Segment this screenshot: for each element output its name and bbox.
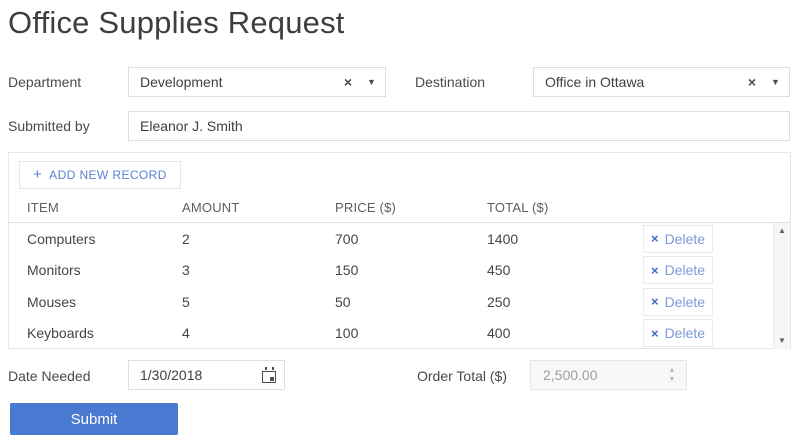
grid-toolbar: + ADD NEW RECORD — [9, 153, 790, 196]
column-header-price[interactable]: PRICE ($) — [317, 196, 469, 222]
cell-amount[interactable]: 4 — [164, 325, 317, 341]
delete-x-icon: × — [650, 262, 659, 278]
department-combobox[interactable]: Development × ▼ — [128, 67, 386, 97]
add-new-record-label: ADD NEW RECORD — [49, 168, 167, 182]
destination-value[interactable]: Office in Ottawa — [534, 74, 742, 90]
cell-item[interactable]: Monitors — [9, 262, 164, 278]
calendar-icon[interactable] — [254, 367, 284, 383]
vertical-scrollbar[interactable]: ▲ ▼ — [773, 223, 790, 349]
column-header-total[interactable]: TOTAL ($) — [469, 196, 635, 222]
delete-x-icon: × — [650, 294, 659, 310]
order-total-label: Order Total ($) — [417, 368, 507, 384]
cell-total[interactable]: 400 — [469, 325, 635, 341]
department-label: Department — [8, 74, 82, 90]
submitted-by-label: Submitted by — [8, 118, 90, 134]
destination-label: Destination — [415, 74, 486, 90]
table-row[interactable]: Keyboards 4 100 400 × Delete — [9, 318, 773, 350]
column-header-actions — [635, 196, 773, 222]
delete-button[interactable]: × Delete — [643, 319, 713, 348]
numeric-spinner: ▲ ▼ — [658, 367, 686, 383]
cell-price[interactable]: 700 — [317, 231, 469, 247]
spin-down-icon: ▼ — [668, 376, 676, 383]
table-row[interactable]: Computers 2 700 1400 × Delete — [9, 223, 773, 255]
date-needed-value[interactable]: 1/30/2018 — [129, 367, 254, 383]
submitted-by-input[interactable]: Eleanor J. Smith — [128, 111, 790, 141]
cell-total[interactable]: 1400 — [469, 231, 635, 247]
cell-item[interactable]: Mouses — [9, 294, 164, 310]
order-total-input: 2,500.00 ▲ ▼ — [530, 360, 687, 390]
spin-up-icon: ▲ — [668, 367, 676, 374]
cell-price[interactable]: 150 — [317, 262, 469, 278]
cell-item[interactable]: Computers — [9, 231, 164, 247]
order-total-value: 2,500.00 — [543, 367, 598, 383]
cell-amount[interactable]: 5 — [164, 294, 317, 310]
scroll-up-icon[interactable]: ▲ — [778, 223, 786, 239]
department-value[interactable]: Development — [129, 74, 338, 90]
cell-amount[interactable]: 2 — [164, 231, 317, 247]
chevron-down-icon[interactable]: ▼ — [762, 77, 789, 87]
office-supplies-request-page: Office Supplies Request Department Devel… — [0, 0, 800, 443]
destination-combobox[interactable]: Office in Ottawa × ▼ — [533, 67, 790, 97]
table-row[interactable]: Mouses 5 50 250 × Delete — [9, 286, 773, 318]
delete-button[interactable]: × Delete — [643, 224, 713, 253]
scroll-down-icon[interactable]: ▼ — [778, 333, 786, 349]
supplies-grid: + ADD NEW RECORD ITEM AMOUNT PRICE ($) T… — [8, 152, 791, 349]
chevron-down-icon[interactable]: ▼ — [358, 77, 385, 87]
delete-label: Delete — [664, 293, 706, 310]
submit-button[interactable]: Submit — [10, 403, 178, 435]
plus-icon: + — [33, 166, 43, 183]
cell-price[interactable]: 100 — [317, 325, 469, 341]
grid-header-row: ITEM AMOUNT PRICE ($) TOTAL ($) — [9, 196, 790, 223]
submitted-by-value: Eleanor J. Smith — [140, 118, 243, 134]
date-needed-label: Date Needed — [8, 368, 91, 384]
table-row[interactable]: Monitors 3 150 450 × Delete — [9, 255, 773, 287]
delete-label: Delete — [664, 262, 706, 279]
delete-x-icon: × — [650, 325, 659, 341]
cell-item[interactable]: Keyboards — [9, 325, 164, 341]
date-needed-picker[interactable]: 1/30/2018 — [128, 360, 285, 390]
grid-rows: Computers 2 700 1400 × Delete Monitors 3… — [9, 223, 773, 349]
column-header-amount[interactable]: AMOUNT — [164, 196, 317, 222]
cell-total[interactable]: 450 — [469, 262, 635, 278]
cell-price[interactable]: 50 — [317, 294, 469, 310]
delete-button[interactable]: × Delete — [643, 287, 713, 316]
add-new-record-button[interactable]: + ADD NEW RECORD — [19, 161, 181, 189]
grid-body: Computers 2 700 1400 × Delete Monitors 3… — [9, 223, 790, 349]
delete-x-icon: × — [650, 231, 659, 247]
column-header-item[interactable]: ITEM — [9, 196, 164, 222]
delete-button[interactable]: × Delete — [643, 256, 713, 285]
page-title: Office Supplies Request — [8, 5, 345, 40]
cell-amount[interactable]: 3 — [164, 262, 317, 278]
delete-label: Delete — [664, 230, 706, 247]
delete-label: Delete — [664, 325, 706, 342]
cell-total[interactable]: 250 — [469, 294, 635, 310]
clear-icon[interactable]: × — [742, 74, 762, 90]
clear-icon[interactable]: × — [338, 74, 358, 90]
